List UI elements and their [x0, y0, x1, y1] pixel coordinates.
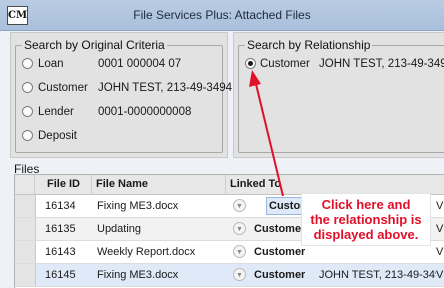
column-header-file-id[interactable]: File ID	[35, 175, 92, 194]
row-header-corner	[15, 175, 35, 194]
row-extra: V	[436, 246, 444, 258]
title-bar: CM File Services Plus: Attached Files	[0, 0, 444, 31]
relationship-customer-radio[interactable]	[245, 58, 256, 69]
lender-radio[interactable]	[22, 106, 33, 117]
column-header-file-name[interactable]: File Name	[92, 175, 226, 194]
files-grid-header: File ID File Name Linked To	[15, 175, 444, 195]
annotation-callout: Click here and the relationship is displ…	[301, 193, 431, 246]
row-extra: V	[436, 200, 444, 212]
file-id: 16134	[45, 200, 76, 212]
file-id: 16143	[45, 246, 76, 258]
file-name: Fixing ME3.docx	[97, 269, 179, 281]
criteria-title: Search by Original Criteria	[22, 38, 167, 52]
column-header-linked-to[interactable]: Linked To	[226, 175, 444, 194]
lender-label: Lender	[38, 106, 74, 118]
linked-to: Customer	[254, 223, 306, 235]
file-id: 16145	[45, 269, 76, 281]
relationship-dropdown-icon[interactable]: ▼	[233, 268, 246, 281]
relationship-dropdown-icon[interactable]: ▼	[233, 222, 246, 235]
relationship-dropdown-icon[interactable]: ▼	[233, 199, 246, 212]
relationship-customer-label: Customer	[260, 58, 310, 70]
criteria-option-deposit[interactable]: Deposit	[16, 128, 222, 144]
row-header	[15, 241, 36, 263]
file-name: Updating	[97, 223, 142, 235]
table-row[interactable]: 16145 Fixing ME3.docx ▼ Customer JOHN TE…	[15, 264, 444, 287]
relationship-title: Search by Relationship	[245, 38, 373, 52]
deposit-label: Deposit	[38, 130, 77, 142]
file-name: Weekly Report.docx	[97, 246, 196, 258]
annotation-line: the relationship is	[310, 212, 422, 227]
criteria-option-customer[interactable]: Customer JOHN TEST, 213-49-3494	[16, 80, 232, 96]
row-header	[15, 218, 36, 240]
row-extra: V	[436, 269, 444, 281]
annotation-line: displayed above.	[313, 227, 419, 242]
criteria-panel: Search by Original Criteria Loan 0001 00…	[10, 32, 232, 158]
customer-radio[interactable]	[22, 82, 33, 93]
lender-value: 0001-0000000008	[98, 106, 192, 118]
relationship-groupbox: Search by Relationship Customer JOHN TES…	[238, 38, 444, 153]
file-name: Fixing ME3.docx	[97, 200, 179, 212]
attached-files-window: CM File Services Plus: Attached Files Se…	[0, 0, 444, 288]
loan-radio[interactable]	[22, 58, 33, 69]
loan-value: 0001 000004 07	[98, 58, 182, 70]
criteria-groupbox: Search by Original Criteria Loan 0001 00…	[15, 38, 232, 153]
linked-to: Customer	[254, 246, 306, 258]
relationship-dropdown-icon[interactable]: ▼	[233, 245, 246, 258]
criteria-option-loan[interactable]: Loan 0001 000004 07	[16, 56, 222, 72]
customer-value: JOHN TEST, 213-49-3494	[98, 82, 233, 94]
row-header	[15, 264, 36, 286]
criteria-option-lender[interactable]: Lender 0001-0000000008	[16, 104, 222, 120]
row-extra: V	[436, 223, 444, 235]
file-id: 16135	[45, 223, 76, 235]
annotation-line: Click here and	[321, 197, 411, 212]
relationship-panel: Search by Relationship Customer JOHN TES…	[233, 32, 444, 158]
relationship-option-customer[interactable]: Customer JOHN TEST, 213-49-3494	[239, 56, 444, 72]
customer-label: Customer	[38, 82, 88, 94]
deposit-radio[interactable]	[22, 130, 33, 141]
loan-label: Loan	[38, 58, 64, 70]
linked-to-detail: JOHN TEST, 213-49-3494	[319, 269, 436, 281]
relationship-customer-value: JOHN TEST, 213-49-3494	[319, 58, 444, 70]
window-title: File Services Plus: Attached Files	[133, 8, 311, 22]
row-header	[15, 195, 36, 217]
linked-to: Customer	[254, 269, 306, 281]
